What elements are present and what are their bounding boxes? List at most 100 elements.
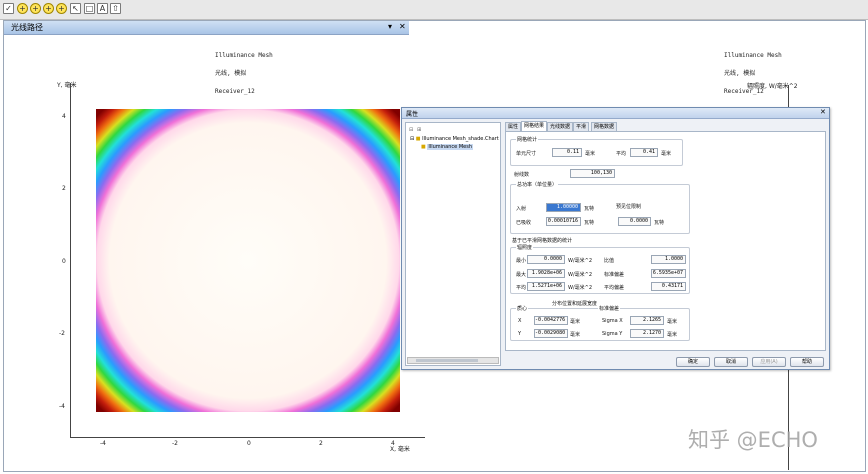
centroid-x-label: X bbox=[518, 318, 522, 324]
cell-size-label: 单元尺寸 bbox=[516, 151, 537, 157]
plot-header-right: Illuminance Mesh 光线, 模拟 Receiver_12 bbox=[724, 41, 782, 101]
collapse-all-icon[interactable]: ⊟ bbox=[409, 127, 413, 133]
max-value[interactable]: 1.9028e+06 bbox=[527, 269, 565, 278]
unit-label: 毫米 bbox=[667, 319, 678, 325]
unit-label: 毫米 bbox=[585, 151, 596, 157]
dialog-title-bar[interactable]: 属性 ✕ bbox=[402, 108, 829, 119]
mesh-icon: ■ bbox=[421, 144, 426, 150]
x-tick-label: -2 bbox=[172, 440, 178, 447]
toolbar: ✓ + + + + ↖ □ A ⇧ bbox=[0, 0, 868, 20]
cell-y-value[interactable]: 0.41 bbox=[630, 148, 658, 157]
x-tick-label: 0 bbox=[247, 440, 251, 447]
zoom-fit-icon[interactable]: + bbox=[56, 3, 67, 14]
tree-item-chart[interactable]: ⊟ ■ Illuminance Mesh_shade.Chart bbox=[410, 136, 499, 142]
ray-count-label: 射线数 bbox=[514, 172, 530, 178]
avg-value[interactable]: 1.5271e+06 bbox=[527, 282, 565, 291]
section-title: 网格统计 bbox=[516, 136, 539, 143]
unit-label: 瓦特 bbox=[584, 206, 595, 212]
tree-item-mesh[interactable]: ■ Illuminance Mesh bbox=[421, 144, 473, 150]
zoom-window-icon[interactable]: + bbox=[43, 3, 54, 14]
frame-icon[interactable]: □ bbox=[84, 3, 95, 14]
y-tick-label: 0 bbox=[62, 258, 66, 265]
header-line: 光线, 模拟 bbox=[215, 70, 247, 77]
check-icon[interactable]: ✓ bbox=[3, 3, 14, 14]
x-tick-label: -4 bbox=[100, 440, 106, 447]
centroid-label: 质心 bbox=[516, 305, 529, 312]
illuminance-heatmap bbox=[96, 109, 400, 412]
cell-y-label: 平均 bbox=[616, 151, 627, 157]
expand-all-icon[interactable]: ⊞ bbox=[417, 127, 421, 133]
total-power-group bbox=[510, 184, 690, 234]
centroid-y-label: Y bbox=[518, 331, 522, 337]
header-line: Receiver_12 bbox=[215, 88, 255, 95]
text-icon[interactable]: A bbox=[97, 3, 108, 14]
threshold-value[interactable]: 0.0000 bbox=[618, 217, 651, 226]
min-label: 最小 bbox=[516, 258, 527, 264]
centroid-title: 分布位置和延展宽度 bbox=[552, 301, 598, 307]
colorbar-axis-label: 辐照度, W/毫米^2 bbox=[747, 83, 798, 90]
incident-value[interactable]: 1.00000 bbox=[546, 203, 581, 212]
tab-mesh-results[interactable]: 网格结果 bbox=[521, 121, 548, 131]
collapse-icon[interactable]: ⊟ bbox=[410, 136, 414, 142]
zoom-out-icon[interactable]: + bbox=[30, 3, 41, 14]
header-line: Illuminance Mesh bbox=[215, 52, 273, 59]
horizontal-scrollbar[interactable] bbox=[407, 357, 499, 364]
sigma-x-label: Sigma X bbox=[602, 318, 623, 324]
unit-label: 瓦特 bbox=[654, 220, 665, 226]
max-label: 最大 bbox=[516, 272, 527, 278]
centroid-y-value[interactable]: -0.0029080 bbox=[534, 329, 568, 338]
x-tick-label: 2 bbox=[319, 440, 323, 447]
std-value[interactable]: 6.5935e+07 bbox=[651, 269, 686, 278]
apply-button[interactable]: 应用(A) bbox=[752, 357, 786, 367]
header-line: 光线, 模拟 bbox=[724, 70, 756, 77]
pointer-icon[interactable]: ↖ bbox=[70, 3, 81, 14]
tab-smoothing[interactable]: 平滑 bbox=[573, 122, 590, 131]
threshold-label: 预见位限制 bbox=[616, 204, 642, 210]
y-tick-label: 2 bbox=[62, 185, 66, 192]
scrollbar-thumb[interactable] bbox=[416, 359, 478, 362]
unit-label: W/毫米^2 bbox=[568, 258, 592, 264]
unit-label: 毫米 bbox=[570, 332, 581, 338]
centroid-x-value[interactable]: -0.0042776 bbox=[534, 316, 568, 325]
help-button[interactable]: 帮助 bbox=[790, 357, 824, 367]
x-tick-label: 4 bbox=[391, 440, 395, 447]
ok-button[interactable]: 确定 bbox=[676, 357, 710, 367]
cancel-button[interactable]: 取消 bbox=[714, 357, 748, 367]
unit-label: 瓦特 bbox=[584, 220, 595, 226]
absorbed-label: 已吸收 bbox=[516, 220, 532, 226]
min-value[interactable]: 0.0000 bbox=[527, 255, 565, 264]
y-tick-label: -4 bbox=[59, 403, 65, 410]
stats-title: 基于已平滑网格数据的统计 bbox=[512, 238, 573, 244]
chart-icon: ■ bbox=[415, 136, 421, 142]
window-title-bar[interactable]: 光线路径 ▾ ✕ bbox=[4, 21, 409, 35]
watermark: 知乎 @ECHO bbox=[688, 428, 818, 452]
ratio-label: 比值 bbox=[604, 258, 615, 264]
tab-ray-data[interactable]: 光线数据 bbox=[547, 122, 574, 131]
ratio-value[interactable]: 1.0000 bbox=[651, 255, 686, 264]
tab-mesh-data[interactable]: 网格数据 bbox=[591, 122, 618, 131]
uniform-value[interactable]: 0.43171 bbox=[651, 282, 686, 291]
up-arrow-icon[interactable]: ⇧ bbox=[110, 3, 121, 14]
tree-item-label: Illuminance Mesh_shade.Chart bbox=[422, 136, 499, 142]
sigma-y-value[interactable]: 2.1270 bbox=[630, 329, 664, 338]
irradiance-label: 辐照度 bbox=[516, 244, 534, 251]
pin-icon[interactable]: ▾ bbox=[388, 22, 392, 31]
close-icon[interactable]: ✕ bbox=[399, 22, 406, 31]
cell-x-value[interactable]: 0.11 bbox=[552, 148, 582, 157]
incident-label: 入射 bbox=[516, 206, 527, 212]
absorbed-value[interactable]: 0.00010716 bbox=[546, 217, 581, 226]
y-tick-label: -2 bbox=[59, 330, 65, 337]
unit-label: W/毫米^2 bbox=[568, 285, 592, 291]
sigma-x-value[interactable]: 2.1265 bbox=[630, 316, 664, 325]
tab-content: 网格统计 单元尺寸 0.11 毫米 平均 0.41 毫米 射线数 100,130… bbox=[505, 131, 826, 351]
window-title: 光线路径 bbox=[11, 23, 43, 32]
zoom-in-icon[interactable]: + bbox=[17, 3, 28, 14]
plot-header-left: Illuminance Mesh 光线, 模拟 Receiver_12 bbox=[215, 41, 273, 101]
avg-label: 平均 bbox=[516, 285, 527, 291]
close-icon[interactable]: ✕ bbox=[820, 108, 826, 116]
unit-label: 毫米 bbox=[570, 319, 581, 325]
tab-properties[interactable]: 属性 bbox=[505, 122, 522, 131]
std-dev-label: 标准偏差 bbox=[598, 305, 621, 312]
tree-item-label: Illuminance Mesh bbox=[427, 144, 473, 150]
ray-count-value[interactable]: 100,130 bbox=[570, 169, 615, 178]
